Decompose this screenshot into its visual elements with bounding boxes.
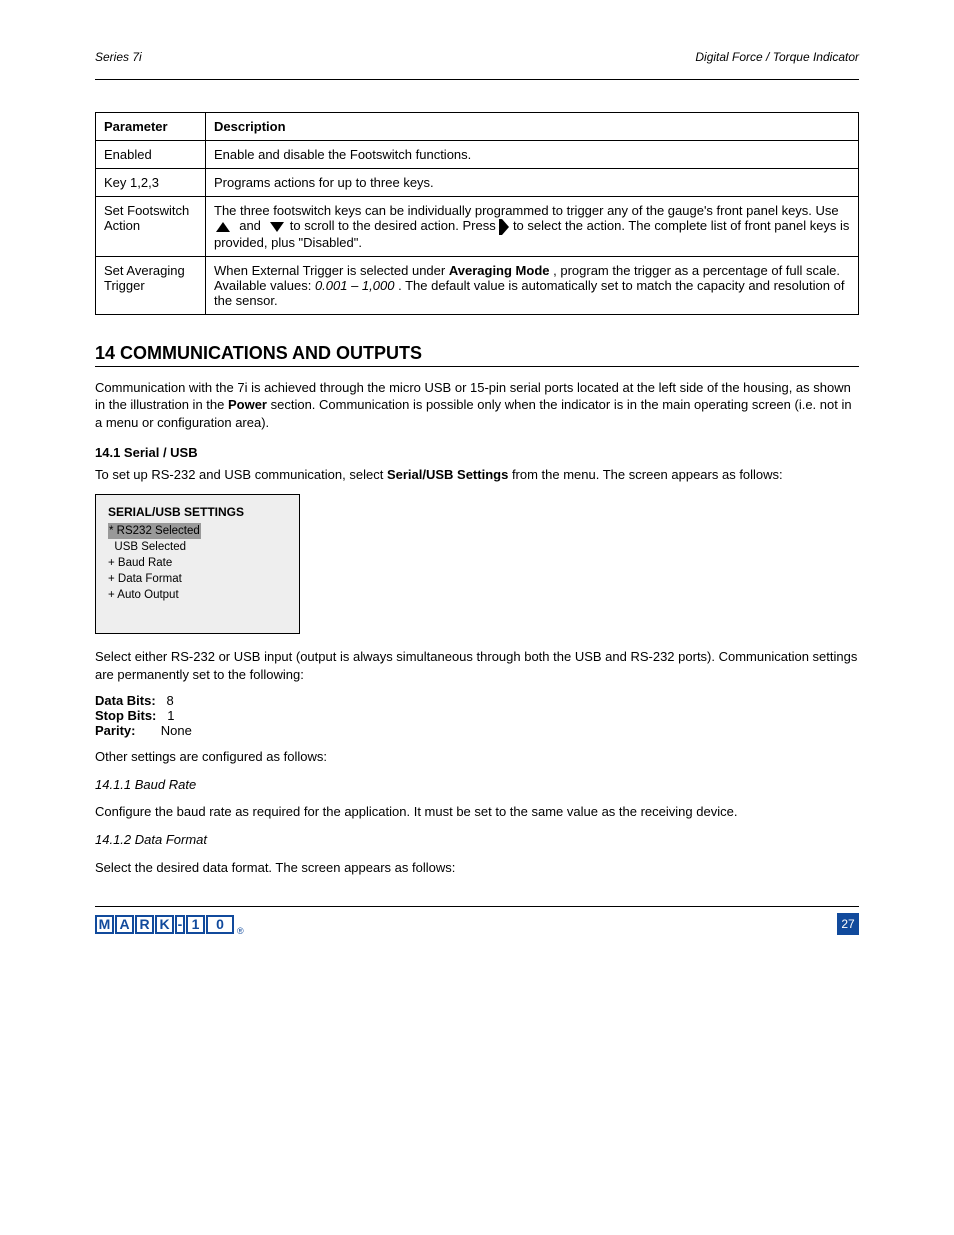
logo-letter: R <box>135 915 154 934</box>
list-item: Parity: None <box>95 723 859 738</box>
header-left: Series 7i <box>95 50 142 64</box>
bullet-value: None <box>161 723 192 738</box>
right-arrow-icon <box>499 219 509 235</box>
menu-item-label: RS232 Selected <box>117 525 200 537</box>
menu-item-label: USB Selected <box>114 541 186 553</box>
body-paragraph: Select either RS-232 or USB input (outpu… <box>95 648 859 683</box>
up-arrow-icon <box>216 222 230 232</box>
body-paragraph: Select the desired data format. The scre… <box>95 859 859 877</box>
p-text: To set up RS-232 and USB communication, … <box>95 467 387 482</box>
section-heading: 14 COMMUNICATIONS AND OUTPUTS <box>95 343 859 364</box>
p-text: from the menu. The screen appears as fol… <box>512 467 783 482</box>
param-cell: Enabled <box>96 141 206 169</box>
p-bold: Serial/USB Settings <box>387 467 508 482</box>
menu-item: + Auto Output <box>108 587 287 603</box>
logo-digit: 1 <box>186 915 205 934</box>
bullet-value: 1 <box>167 708 174 723</box>
list-item: Stop Bits: 1 <box>95 708 859 723</box>
logo-dash: - <box>175 915 185 934</box>
p-bold: Power <box>228 397 267 412</box>
desc-cell: When External Trigger is selected under … <box>206 256 859 314</box>
desc-text: When External Trigger is selected under <box>214 263 449 278</box>
th-parameter: Parameter <box>96 113 206 141</box>
section-rule <box>95 366 859 367</box>
subsub-heading: 14.1.1 Baud Rate <box>95 776 859 794</box>
bullet-label: Parity: <box>95 723 135 738</box>
footer-row: M A R K - 1 0 ® 27 <box>95 913 859 935</box>
section-number: 14 <box>95 343 115 363</box>
parameters-table: Parameter Description Enabled Enable and… <box>95 112 859 315</box>
mark10-logo: M A R K - 1 0 ® <box>95 915 244 934</box>
down-arrow-icon <box>270 222 284 232</box>
param-cell: Set Footswitch Action <box>96 197 206 257</box>
menu-item: + Data Format <box>108 571 287 587</box>
subsection-heading: 14.1 Serial / USB <box>95 445 859 460</box>
table-row: Set Averaging Trigger When External Trig… <box>96 256 859 314</box>
desc-cell: Enable and disable the Footswitch functi… <box>206 141 859 169</box>
logo-letter: K <box>155 915 174 934</box>
page-number: 27 <box>837 913 859 935</box>
logo-letter: A <box>115 915 134 934</box>
registered-mark: ® <box>237 926 244 936</box>
desc-text: to scroll to the desired action. Press <box>290 218 500 233</box>
menu-title: SERIAL/USB SETTINGS <box>108 505 287 519</box>
body-paragraph: Configure the baud rate as required for … <box>95 803 859 821</box>
th-description: Description <box>206 113 859 141</box>
logo-digit: 0 <box>206 915 234 934</box>
desc-italic: 0.001 – 1,000 <box>315 278 395 293</box>
table-row: Enabled Enable and disable the Footswitc… <box>96 141 859 169</box>
bullet-label: Data Bits: <box>95 693 156 708</box>
menu-screenshot: SERIAL/USB SETTINGS * RS232 Selected USB… <box>95 494 300 634</box>
bullet-value: 8 <box>167 693 174 708</box>
menu-item: + Baud Rate <box>108 555 287 571</box>
table-row: Set Footswitch Action The three footswit… <box>96 197 859 257</box>
settings-list: Data Bits: 8 Stop Bits: 1 Parity: None <box>95 693 859 738</box>
subsub-heading: 14.1.2 Data Format <box>95 831 859 849</box>
desc-cell: The three footswitch keys can be individ… <box>206 197 859 257</box>
body-paragraph: Other settings are configured as follows… <box>95 748 859 766</box>
section-title-text: COMMUNICATIONS AND OUTPUTS <box>120 343 422 363</box>
menu-item-selected: * RS232 Selected <box>108 523 201 539</box>
param-cell: Set Averaging Trigger <box>96 256 206 314</box>
list-item: Data Bits: 8 <box>95 693 859 708</box>
header-right: Digital Force / Torque Indicator <box>695 50 859 64</box>
logo-letter: M <box>95 915 114 934</box>
desc-cell: Programs actions for up to three keys. <box>206 169 859 197</box>
footer-rule <box>95 906 859 907</box>
menu-item: USB Selected <box>108 539 287 555</box>
body-paragraph: To set up RS-232 and USB communication, … <box>95 466 859 484</box>
param-cell: Key 1,2,3 <box>96 169 206 197</box>
body-paragraph: Communication with the 7i is achieved th… <box>95 379 859 432</box>
bullet-label: Stop Bits: <box>95 708 156 723</box>
desc-bold: Averaging Mode <box>449 263 550 278</box>
desc-text: The three footswitch keys can be individ… <box>214 203 839 218</box>
header-rule <box>95 79 859 80</box>
table-row: Key 1,2,3 Programs actions for up to thr… <box>96 169 859 197</box>
